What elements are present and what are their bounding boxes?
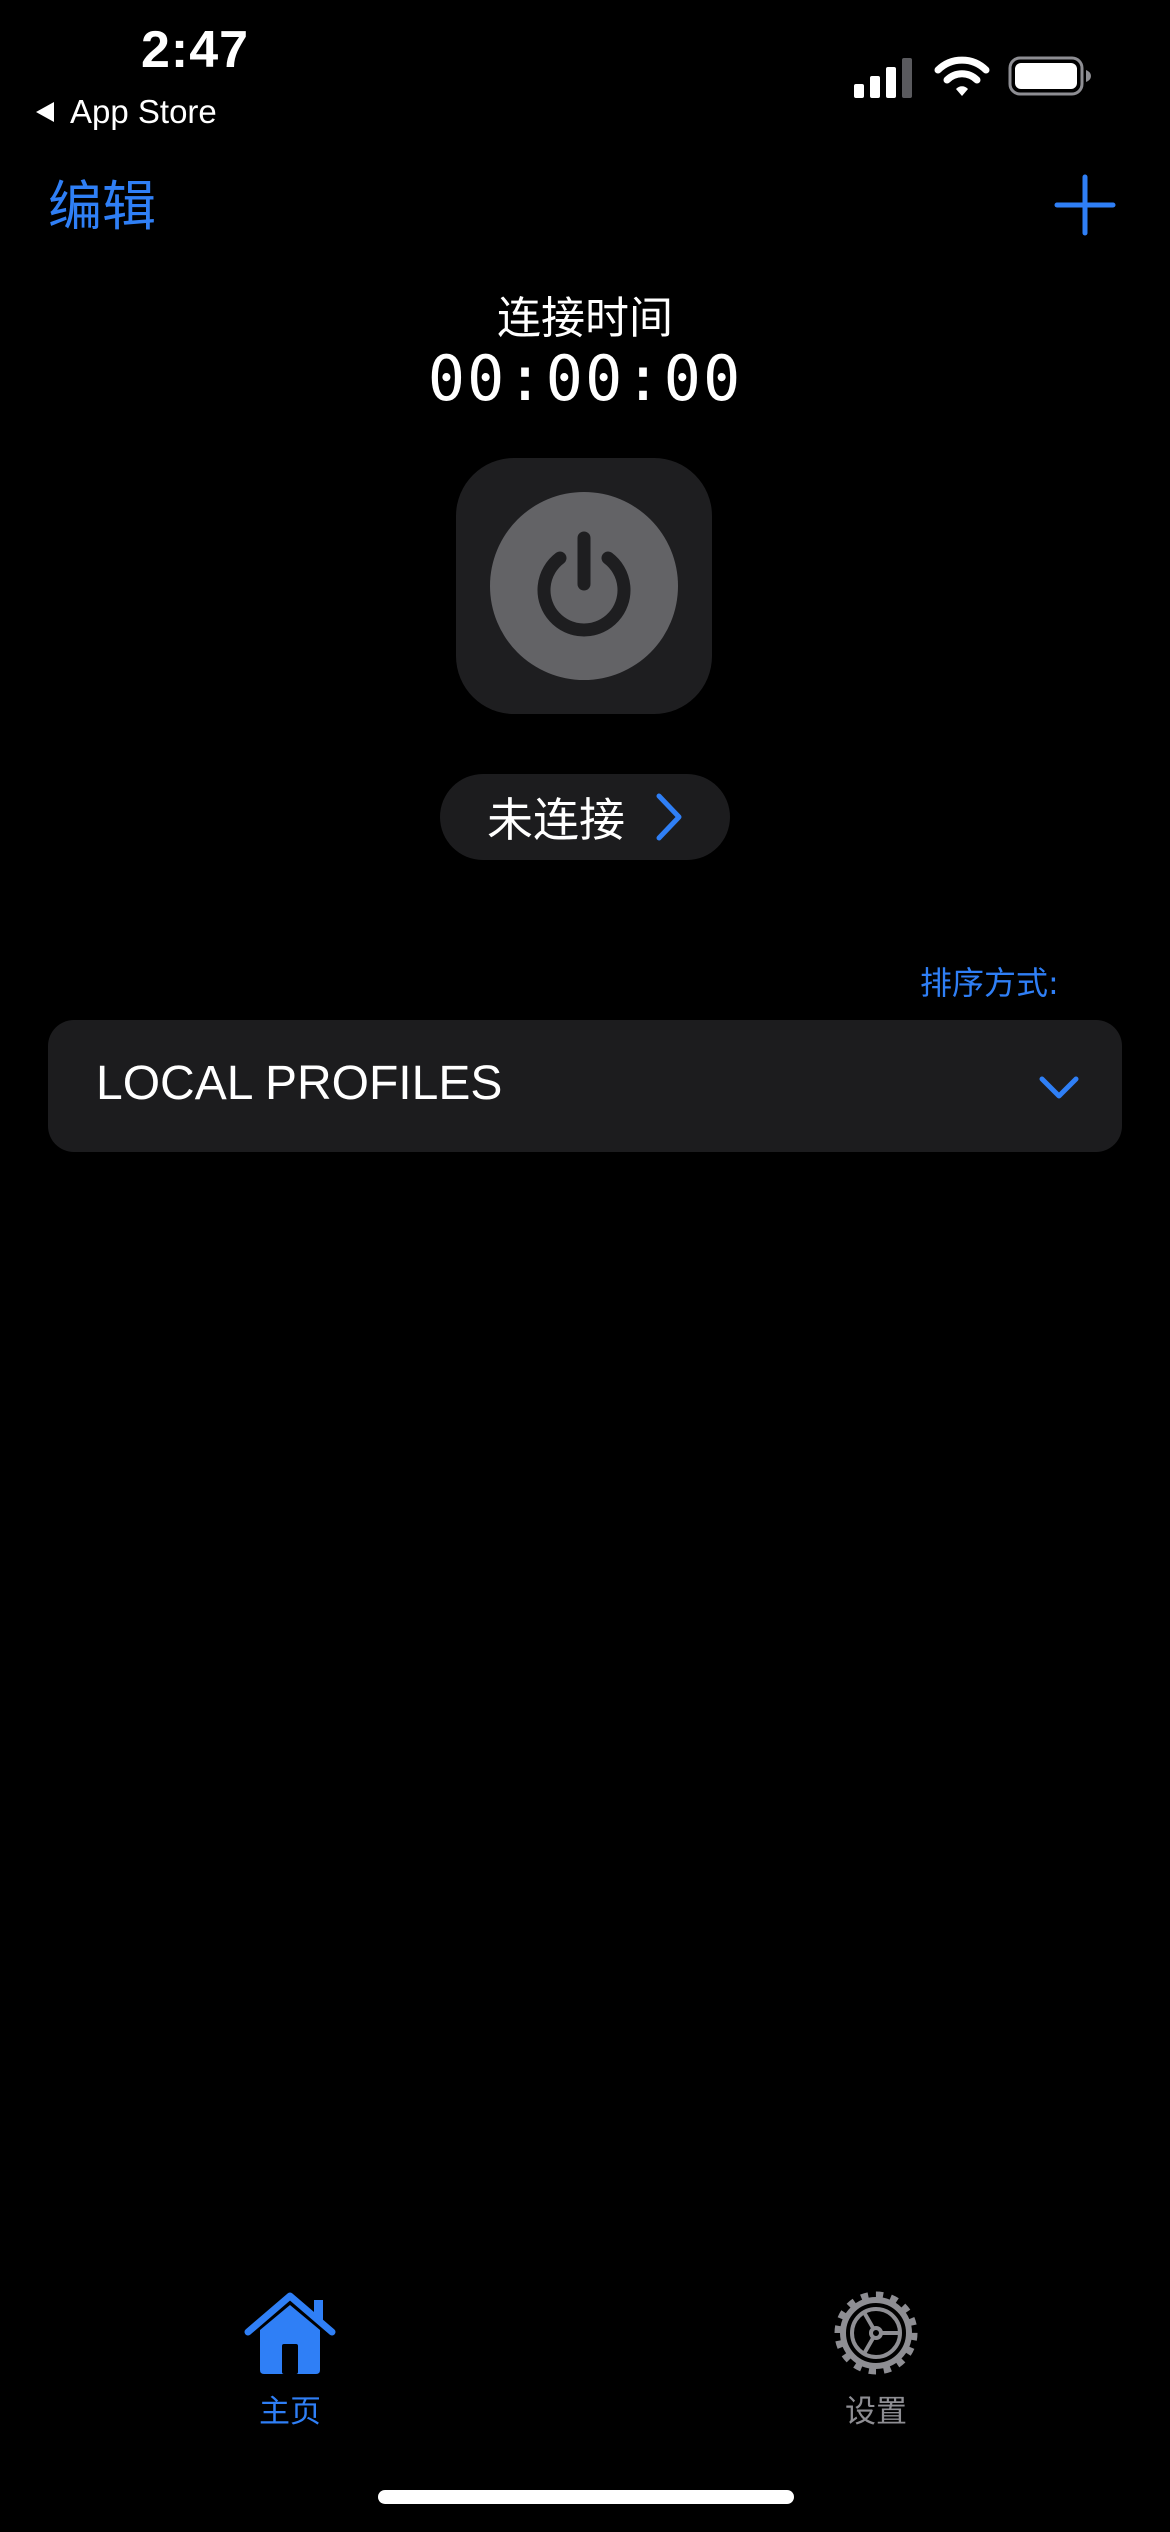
connection-time-label: 连接时间 [497, 293, 673, 344]
edit-button[interactable]: 编辑 [48, 172, 156, 242]
battery-icon [1008, 56, 1091, 96]
chevron-right-icon [656, 793, 682, 841]
status-bar-time: 2:47 [140, 21, 250, 79]
cellular-signal-icon [854, 58, 912, 98]
connection-status-button[interactable]: 未连接 [440, 774, 730, 860]
plus-icon[interactable] [1052, 172, 1118, 238]
local-profiles-title: LOCAL PROFILES [96, 1057, 503, 1110]
house-icon [244, 2292, 336, 2374]
tab-settings-label: 设置 [845, 2394, 907, 2430]
tab-home-label: 主页 [259, 2394, 321, 2430]
back-arrow-icon [36, 102, 54, 122]
power-icon [537, 531, 631, 637]
connection-status-label: 未连接 [487, 793, 625, 847]
connection-time-value: 00:00:00 [427, 342, 743, 415]
sort-by-button[interactable]: 排序方式: [920, 958, 1059, 1004]
tab-settings[interactable]: 设置 [786, 2290, 966, 2440]
gear-icon [834, 2291, 918, 2375]
chevron-down-icon[interactable] [1038, 1074, 1080, 1102]
back-label: App Store [70, 93, 217, 130]
tab-home[interactable]: 主页 [200, 2290, 380, 2440]
wifi-icon [934, 56, 990, 96]
home-indicator[interactable] [378, 2490, 794, 2504]
back-to-app-store[interactable]: App Store [36, 90, 217, 134]
